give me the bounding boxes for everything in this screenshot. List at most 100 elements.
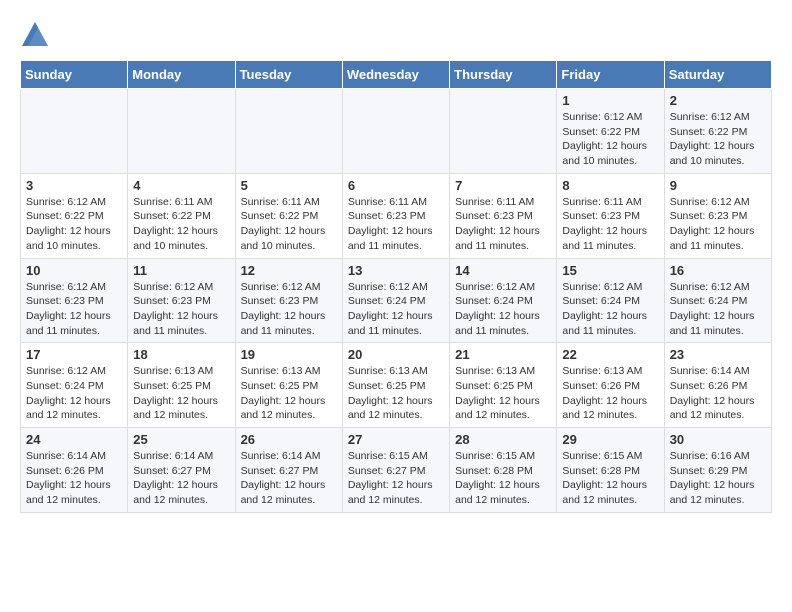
day-info: Sunrise: 6:11 AM Sunset: 6:22 PM Dayligh… (133, 195, 229, 254)
day-info: Sunrise: 6:11 AM Sunset: 6:23 PM Dayligh… (348, 195, 444, 254)
day-number: 20 (348, 347, 444, 362)
calendar-cell: 14Sunrise: 6:12 AM Sunset: 6:24 PM Dayli… (450, 258, 557, 343)
day-number: 7 (455, 178, 551, 193)
day-number: 28 (455, 432, 551, 447)
day-info: Sunrise: 6:13 AM Sunset: 6:25 PM Dayligh… (348, 364, 444, 423)
day-number: 23 (670, 347, 766, 362)
day-number: 11 (133, 263, 229, 278)
day-info: Sunrise: 6:13 AM Sunset: 6:25 PM Dayligh… (133, 364, 229, 423)
calendar-cell: 16 Sunrise: 6:12 AM Sunset: 6:24 PM Dayli… (664, 258, 771, 343)
day-info: Sunrise: 6:11 AM Sunset: 6:23 PM Dayligh… (455, 195, 551, 254)
day-info: Sunrise: 6:12 AM Sunset: 6:24 PM Dayligh… (26, 364, 122, 423)
day-info: Sunrise: 6:11 AM Sunset: 6:23 PM Dayligh… (562, 195, 658, 254)
day-info: Sunrise: 6:11 AM Sunset: 6:22 PM Dayligh… (241, 195, 337, 254)
day-info: Sunrise: 6:12 AM Sunset: 6:24 PM Dayligh… (670, 280, 766, 339)
day-number: 1 (562, 93, 658, 108)
day-info: Sunrise: 6:14 AM Sunset: 6:27 PM Dayligh… (133, 449, 229, 508)
day-number: 13 (348, 263, 444, 278)
calendar-cell: 30 Sunrise: 6:16 AM Sunset: 6:29 PM Dayli… (664, 428, 771, 513)
calendar-cell (128, 89, 235, 174)
calendar-day-header: Saturday (664, 61, 771, 89)
day-number: 8 (562, 178, 658, 193)
calendar-cell: 21 Sunrise: 6:13 AM Sunset: 6:25 PM Dayli… (450, 343, 557, 428)
day-number: 2 (670, 93, 766, 108)
day-info: Sunrise: 6:15 AM Sunset: 6:28 PM Dayligh… (562, 449, 658, 508)
day-info: Sunrise: 6:12 AM Sunset: 6:24 PM Dayligh… (562, 280, 658, 339)
calendar-cell: 13Sunrise: 6:12 AM Sunset: 6:24 PM Dayli… (342, 258, 449, 343)
day-info: Sunrise: 6:14 AM Sunset: 6:26 PM Dayligh… (670, 364, 766, 423)
day-info: Sunrise: 6:13 AM Sunset: 6:26 PM Dayligh… (562, 364, 658, 423)
day-info: Sunrise: 6:12 AM Sunset: 6:22 PM Dayligh… (670, 110, 766, 169)
day-number: 18 (133, 347, 229, 362)
calendar-cell: 10 Sunrise: 6:12 AM Sunset: 6:23 PM Dayli… (21, 258, 128, 343)
day-info: Sunrise: 6:13 AM Sunset: 6:25 PM Dayligh… (241, 364, 337, 423)
day-info: Sunrise: 6:12 AM Sunset: 6:23 PM Dayligh… (670, 195, 766, 254)
day-info: Sunrise: 6:14 AM Sunset: 6:27 PM Dayligh… (241, 449, 337, 508)
calendar-cell: 3 Sunrise: 6:12 AM Sunset: 6:22 PM Daylig… (21, 173, 128, 258)
calendar-cell: 22 Sunrise: 6:13 AM Sunset: 6:26 PM Dayli… (557, 343, 664, 428)
calendar-cell: 2 Sunrise: 6:12 AM Sunset: 6:22 PM Daylig… (664, 89, 771, 174)
day-info: Sunrise: 6:16 AM Sunset: 6:29 PM Dayligh… (670, 449, 766, 508)
day-number: 25 (133, 432, 229, 447)
calendar-cell: 4 Sunrise: 6:11 AM Sunset: 6:22 PM Daylig… (128, 173, 235, 258)
calendar-week-row: 1 Sunrise: 6:12 AM Sunset: 6:22 PM Daylig… (21, 89, 772, 174)
calendar-day-header: Monday (128, 61, 235, 89)
day-number: 30 (670, 432, 766, 447)
calendar-day-header: Tuesday (235, 61, 342, 89)
calendar-cell: 20 Sunrise: 6:13 AM Sunset: 6:25 PM Dayli… (342, 343, 449, 428)
day-number: 5 (241, 178, 337, 193)
day-number: 6 (348, 178, 444, 193)
calendar-cell: 29Sunrise: 6:15 AM Sunset: 6:28 PM Dayli… (557, 428, 664, 513)
calendar-cell: 23 Sunrise: 6:14 AM Sunset: 6:26 PM Dayli… (664, 343, 771, 428)
page-header (20, 20, 772, 50)
calendar-cell: 1 Sunrise: 6:12 AM Sunset: 6:22 PM Daylig… (557, 89, 664, 174)
calendar-day-header: Wednesday (342, 61, 449, 89)
day-number: 17 (26, 347, 122, 362)
day-info: Sunrise: 6:15 AM Sunset: 6:27 PM Dayligh… (348, 449, 444, 508)
calendar-cell: 17 Sunrise: 6:12 AM Sunset: 6:24 PM Dayli… (21, 343, 128, 428)
calendar-day-header: Thursday (450, 61, 557, 89)
day-info: Sunrise: 6:12 AM Sunset: 6:22 PM Dayligh… (26, 195, 122, 254)
calendar-header-row: SundayMondayTuesdayWednesdayThursdayFrid… (21, 61, 772, 89)
calendar-week-row: 17 Sunrise: 6:12 AM Sunset: 6:24 PM Dayli… (21, 343, 772, 428)
calendar-week-row: 3 Sunrise: 6:12 AM Sunset: 6:22 PM Daylig… (21, 173, 772, 258)
day-number: 27 (348, 432, 444, 447)
day-number: 19 (241, 347, 337, 362)
day-number: 10 (26, 263, 122, 278)
day-info: Sunrise: 6:12 AM Sunset: 6:23 PM Dayligh… (26, 280, 122, 339)
calendar-cell (21, 89, 128, 174)
calendar-cell: 12 Sunrise: 6:12 AM Sunset: 6:23 PM Dayli… (235, 258, 342, 343)
calendar-cell: 8 Sunrise: 6:11 AM Sunset: 6:23 PM Daylig… (557, 173, 664, 258)
calendar-cell: 15 Sunrise: 6:12 AM Sunset: 6:24 PM Dayli… (557, 258, 664, 343)
day-number: 4 (133, 178, 229, 193)
day-number: 22 (562, 347, 658, 362)
day-info: Sunrise: 6:12 AM Sunset: 6:24 PM Dayligh… (455, 280, 551, 339)
day-info: Sunrise: 6:13 AM Sunset: 6:25 PM Dayligh… (455, 364, 551, 423)
calendar-cell: 25 Sunrise: 6:14 AM Sunset: 6:27 PM Dayli… (128, 428, 235, 513)
day-number: 3 (26, 178, 122, 193)
day-number: 24 (26, 432, 122, 447)
day-number: 15 (562, 263, 658, 278)
calendar-cell: 27 Sunrise: 6:15 AM Sunset: 6:27 PM Dayli… (342, 428, 449, 513)
day-info: Sunrise: 6:12 AM Sunset: 6:23 PM Dayligh… (241, 280, 337, 339)
day-number: 12 (241, 263, 337, 278)
calendar-cell: 19 Sunrise: 6:13 AM Sunset: 6:25 PM Dayli… (235, 343, 342, 428)
day-info: Sunrise: 6:12 AM Sunset: 6:23 PM Dayligh… (133, 280, 229, 339)
calendar-cell: 18 Sunrise: 6:13 AM Sunset: 6:25 PM Dayli… (128, 343, 235, 428)
calendar-day-header: Friday (557, 61, 664, 89)
calendar-cell: 26Sunrise: 6:14 AM Sunset: 6:27 PM Dayli… (235, 428, 342, 513)
day-number: 9 (670, 178, 766, 193)
calendar-cell (342, 89, 449, 174)
calendar-cell (450, 89, 557, 174)
day-info: Sunrise: 6:14 AM Sunset: 6:26 PM Dayligh… (26, 449, 122, 508)
logo-icon (20, 20, 50, 50)
logo (20, 20, 54, 50)
calendar-cell: 9 Sunrise: 6:12 AM Sunset: 6:23 PM Daylig… (664, 173, 771, 258)
calendar-cell (235, 89, 342, 174)
day-info: Sunrise: 6:12 AM Sunset: 6:22 PM Dayligh… (562, 110, 658, 169)
day-number: 16 (670, 263, 766, 278)
calendar-cell: 7 Sunrise: 6:11 AM Sunset: 6:23 PM Daylig… (450, 173, 557, 258)
calendar-table: SundayMondayTuesdayWednesdayThursdayFrid… (20, 60, 772, 513)
day-number: 21 (455, 347, 551, 362)
calendar-week-row: 10 Sunrise: 6:12 AM Sunset: 6:23 PM Dayli… (21, 258, 772, 343)
